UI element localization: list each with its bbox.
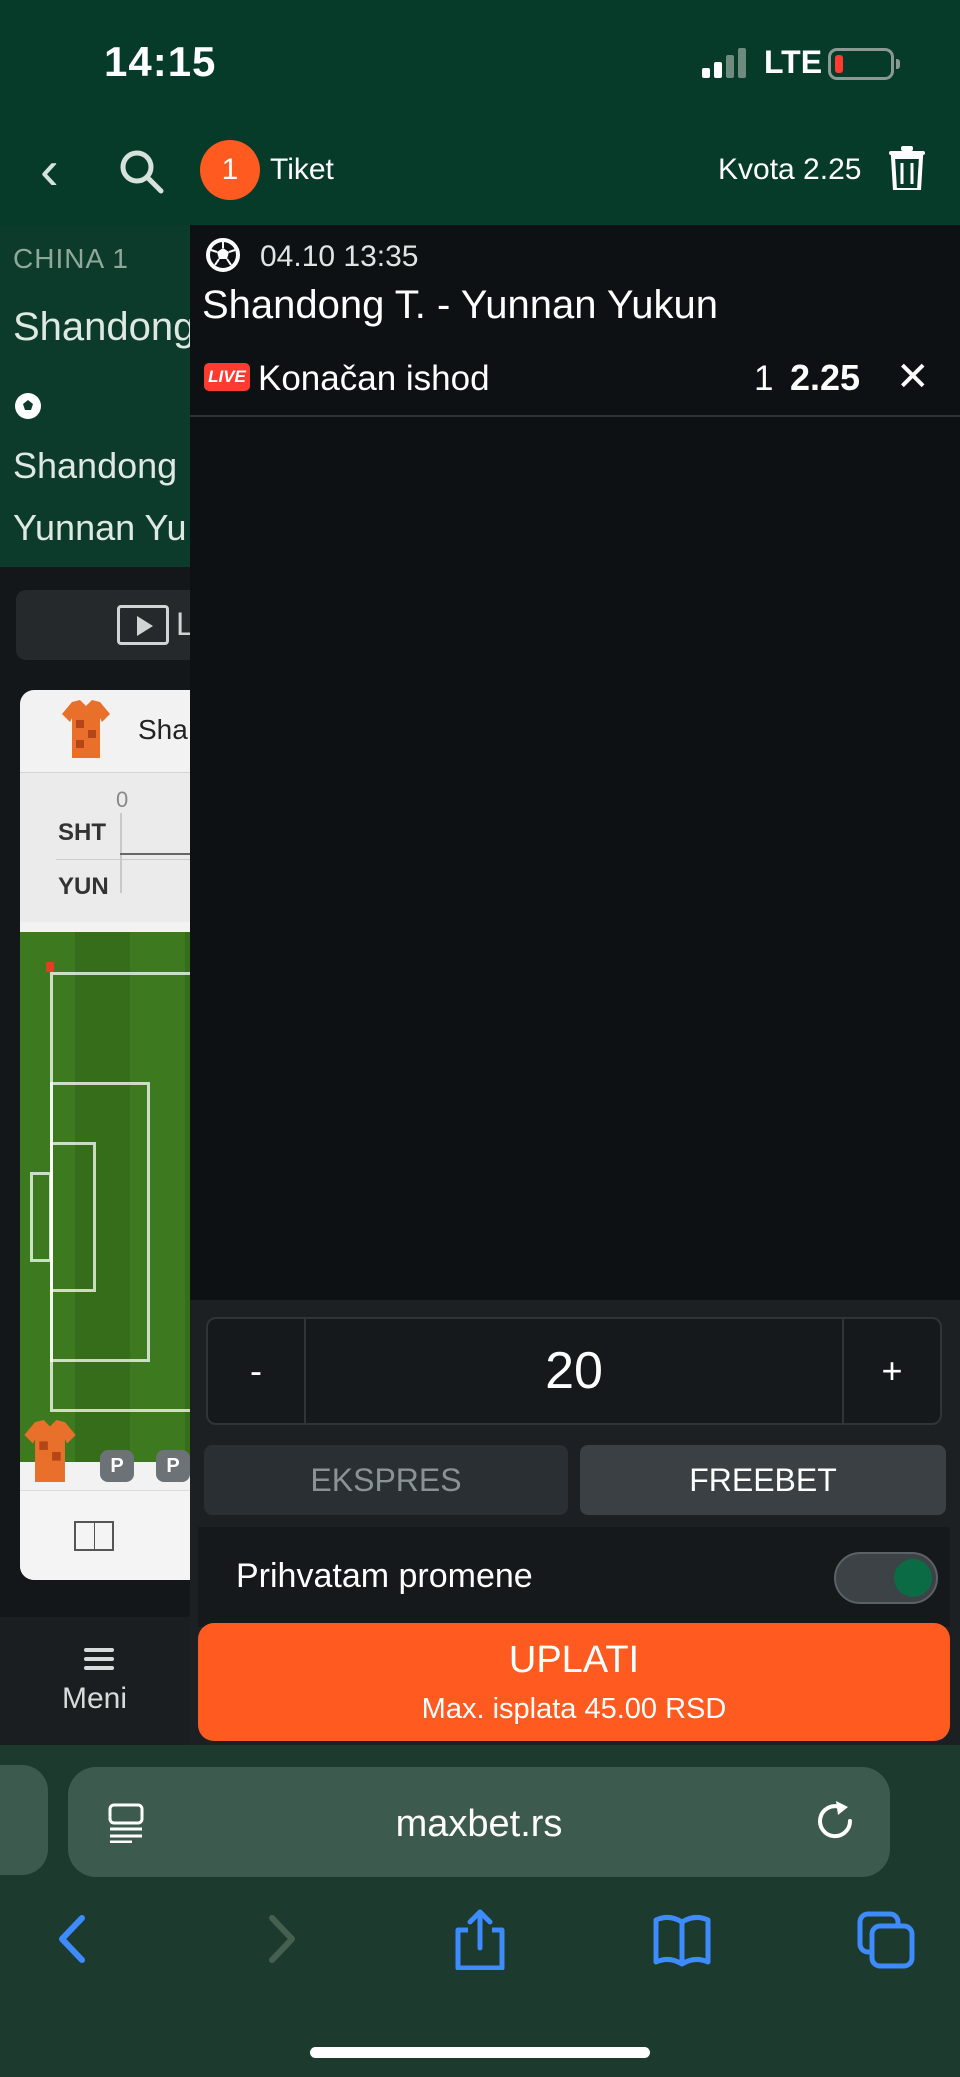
decrease-stake-button[interactable]: - [208,1319,306,1423]
browser-toolbar: maxbet.rs [0,1745,960,2077]
accept-changes-row: Prihvatam promene [198,1527,950,1627]
ekspres-button[interactable]: EKSPRES [204,1445,568,1515]
signal-icon [702,48,746,78]
accept-changes-toggle[interactable] [834,1552,938,1604]
max-payout-label: Max. isplata 45.00 RSD [421,1693,727,1725]
background-match-info: CHINA 1 Shandong Shandong Yunnan Yu [0,225,190,567]
stake-input[interactable]: 20 [306,1319,842,1423]
trash-icon[interactable] [888,146,926,190]
status-bar: 14:15 LTE [0,0,960,115]
home-indicator [310,2047,650,2058]
player-badge: P [100,1450,134,1482]
accept-changes-label: Prihvatam promene [236,1557,533,1595]
match-datetime: 04.10 13:35 [260,240,419,273]
match-name: Shandong T. - Yunnan Yukun [202,283,719,327]
previous-tab[interactable] [0,1765,48,1875]
play-icon [117,605,169,645]
field-icon[interactable] [74,1521,114,1551]
total-odds-label: Kvota 2.25 [718,153,862,186]
soccer-ball-icon [206,238,240,272]
player-badge: P [156,1450,190,1482]
status-time: 14:15 [104,38,217,85]
team-home-abbr: SHT [58,819,106,846]
divider [190,415,960,417]
pay-label: UPLATI [508,1639,640,1681]
betslip-title: Tiket [270,153,334,186]
match-title: Shandong [13,305,190,349]
hamburger-icon[interactable] [84,1648,114,1670]
url-text: maxbet.rs [395,1803,563,1845]
card-team-label: Sha [138,714,188,745]
freebet-button[interactable]: FREEBET [580,1445,946,1515]
betslip-header: 1 Tiket Kvota 2.25 [190,115,960,225]
live-badge: LIVE [204,363,250,391]
menu-label[interactable]: Meni [62,1682,127,1716]
player-jersey-icon [24,1420,76,1482]
share-icon[interactable] [450,1908,510,1970]
market-label: Konačan ishod [258,359,490,398]
stake-stepper: - 20 + [206,1317,942,1425]
forward-icon[interactable] [250,1908,310,1970]
selection-count-badge: 1 [200,140,260,200]
increase-stake-button[interactable]: + [842,1319,940,1423]
back-arrow-icon[interactable]: ‹ [40,142,59,198]
score-period: 0 [116,787,129,812]
team-away-name: Yunnan Yu [13,507,187,548]
bookmarks-icon[interactable] [652,1908,712,1970]
close-icon[interactable]: ✕ [896,357,930,397]
battery-icon [828,48,900,80]
tabs-icon[interactable] [856,1908,916,1970]
team-away-abbr: YUN [58,873,109,900]
bottom-menu [0,1617,190,1745]
team-home-name: Shandong [13,445,178,486]
league-label: CHINA 1 [13,243,129,274]
search-icon[interactable] [118,148,164,194]
network-label: LTE [764,44,823,80]
jersey-icon [62,700,110,758]
pick-label: 1 [754,359,774,398]
reload-icon[interactable] [814,1799,858,1845]
odds-value: 2.25 [790,357,861,398]
address-bar[interactable]: maxbet.rs [68,1767,890,1877]
back-icon[interactable] [44,1908,104,1970]
soccer-ball-icon [15,393,41,419]
pay-button[interactable]: UPLATI Max. isplata 45.00 RSD [198,1623,950,1741]
